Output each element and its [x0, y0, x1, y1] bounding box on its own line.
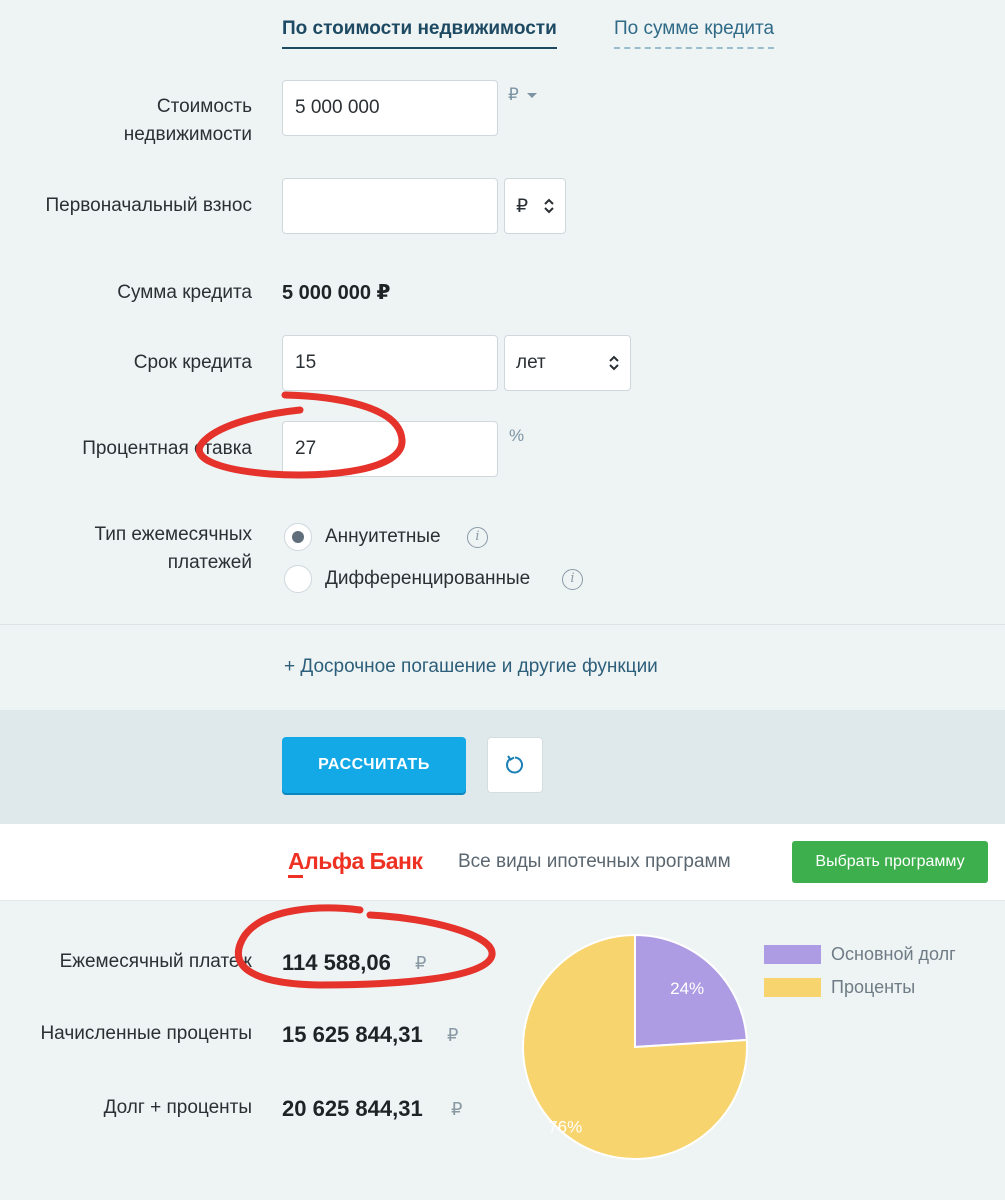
info-icon[interactable]: i: [562, 569, 583, 590]
down-payment-label: Первоначальный взнос: [45, 195, 252, 216]
loan-term-label: Срок кредита: [133, 352, 252, 373]
payment-structure-pie-chart: 24% 76%: [522, 933, 748, 1160]
total-label: Долг + проценты: [103, 1097, 252, 1118]
alfa-bank-logo-mark: [288, 875, 303, 878]
more-functions-link[interactable]: + Досрочное погашение и другие функции: [284, 656, 658, 678]
loan-amount-value: 5 000 000 ₽: [282, 282, 391, 304]
radio-annuity[interactable]: [284, 523, 312, 551]
legend-swatch-interest: [764, 978, 821, 997]
accrued-interest-label: Начисленные проценты: [40, 1023, 252, 1044]
monthly-payment-value: 114 588,06: [282, 950, 391, 975]
currency-dropdown[interactable]: ₽: [508, 85, 538, 105]
ad-text: Все виды ипотечных программ: [458, 851, 731, 872]
refresh-icon: [506, 755, 524, 774]
radio-annuity-label[interactable]: Аннуитетные: [325, 526, 441, 548]
property-cost-input[interactable]: 5 000 000: [282, 80, 498, 136]
interest-rate-input[interactable]: 27: [282, 421, 498, 477]
reset-button[interactable]: [487, 737, 543, 793]
payment-type-label: Тип ежемесячных платежей: [94, 524, 252, 573]
caret-down-icon: [526, 93, 537, 98]
currency-sign: ₽: [415, 953, 427, 973]
alfa-bank-logo[interactable]: Альфа Банк: [288, 848, 423, 875]
currency-label: ₽: [508, 85, 519, 104]
property-cost-value: 5 000 000: [295, 97, 380, 118]
down-payment-unit: ₽: [516, 195, 529, 217]
tab-by-property-cost[interactable]: По стоимости недвижимости: [282, 18, 557, 49]
updown-chevron-icon: [609, 355, 619, 371]
down-payment-unit-select[interactable]: ₽: [504, 178, 566, 234]
radio-differentiated[interactable]: [284, 565, 312, 593]
section-divider: [0, 624, 1005, 625]
accrued-interest-value: 15 625 844,31: [282, 1022, 423, 1047]
radio-differentiated-label[interactable]: Дифференцированные: [325, 568, 530, 590]
interest-rate-value: 27: [295, 438, 317, 459]
tab-by-loan-amount[interactable]: По сумме кредита: [614, 18, 775, 49]
handdrawn-annotations: [195, 391, 496, 989]
property-cost-label: Стоимость недвижимости: [123, 96, 252, 145]
updown-chevron-icon: [544, 198, 554, 214]
down-payment-input[interactable]: [282, 178, 498, 234]
percent-unit: %: [509, 426, 525, 445]
choose-program-button[interactable]: Выбрать программу: [792, 841, 988, 883]
monthly-payment-label: Ежемесячный платеж: [59, 951, 252, 972]
loan-term-unit: лет: [516, 352, 546, 373]
calculate-button[interactable]: РАССЧИТАТЬ: [282, 737, 466, 793]
loan-term-unit-select[interactable]: лет: [504, 335, 631, 391]
loan-amount-label: Сумма кредита: [117, 282, 252, 303]
legend-swatch-principal: [764, 945, 821, 964]
legend-label-interest: Проценты: [831, 977, 916, 997]
pie-label-0: 24%: [670, 979, 704, 998]
pie-label-1: 76%: [548, 1118, 582, 1137]
loan-term-input[interactable]: 15: [282, 335, 498, 391]
legend-label-principal: Основной долг: [831, 944, 956, 964]
currency-sign: ₽: [447, 1025, 459, 1045]
total-value: 20 625 844,31: [282, 1096, 423, 1121]
interest-rate-label: Процентная ставка: [82, 438, 252, 459]
info-icon[interactable]: i: [467, 527, 488, 548]
currency-sign: ₽: [451, 1099, 463, 1119]
loan-term-value: 15: [295, 352, 317, 373]
